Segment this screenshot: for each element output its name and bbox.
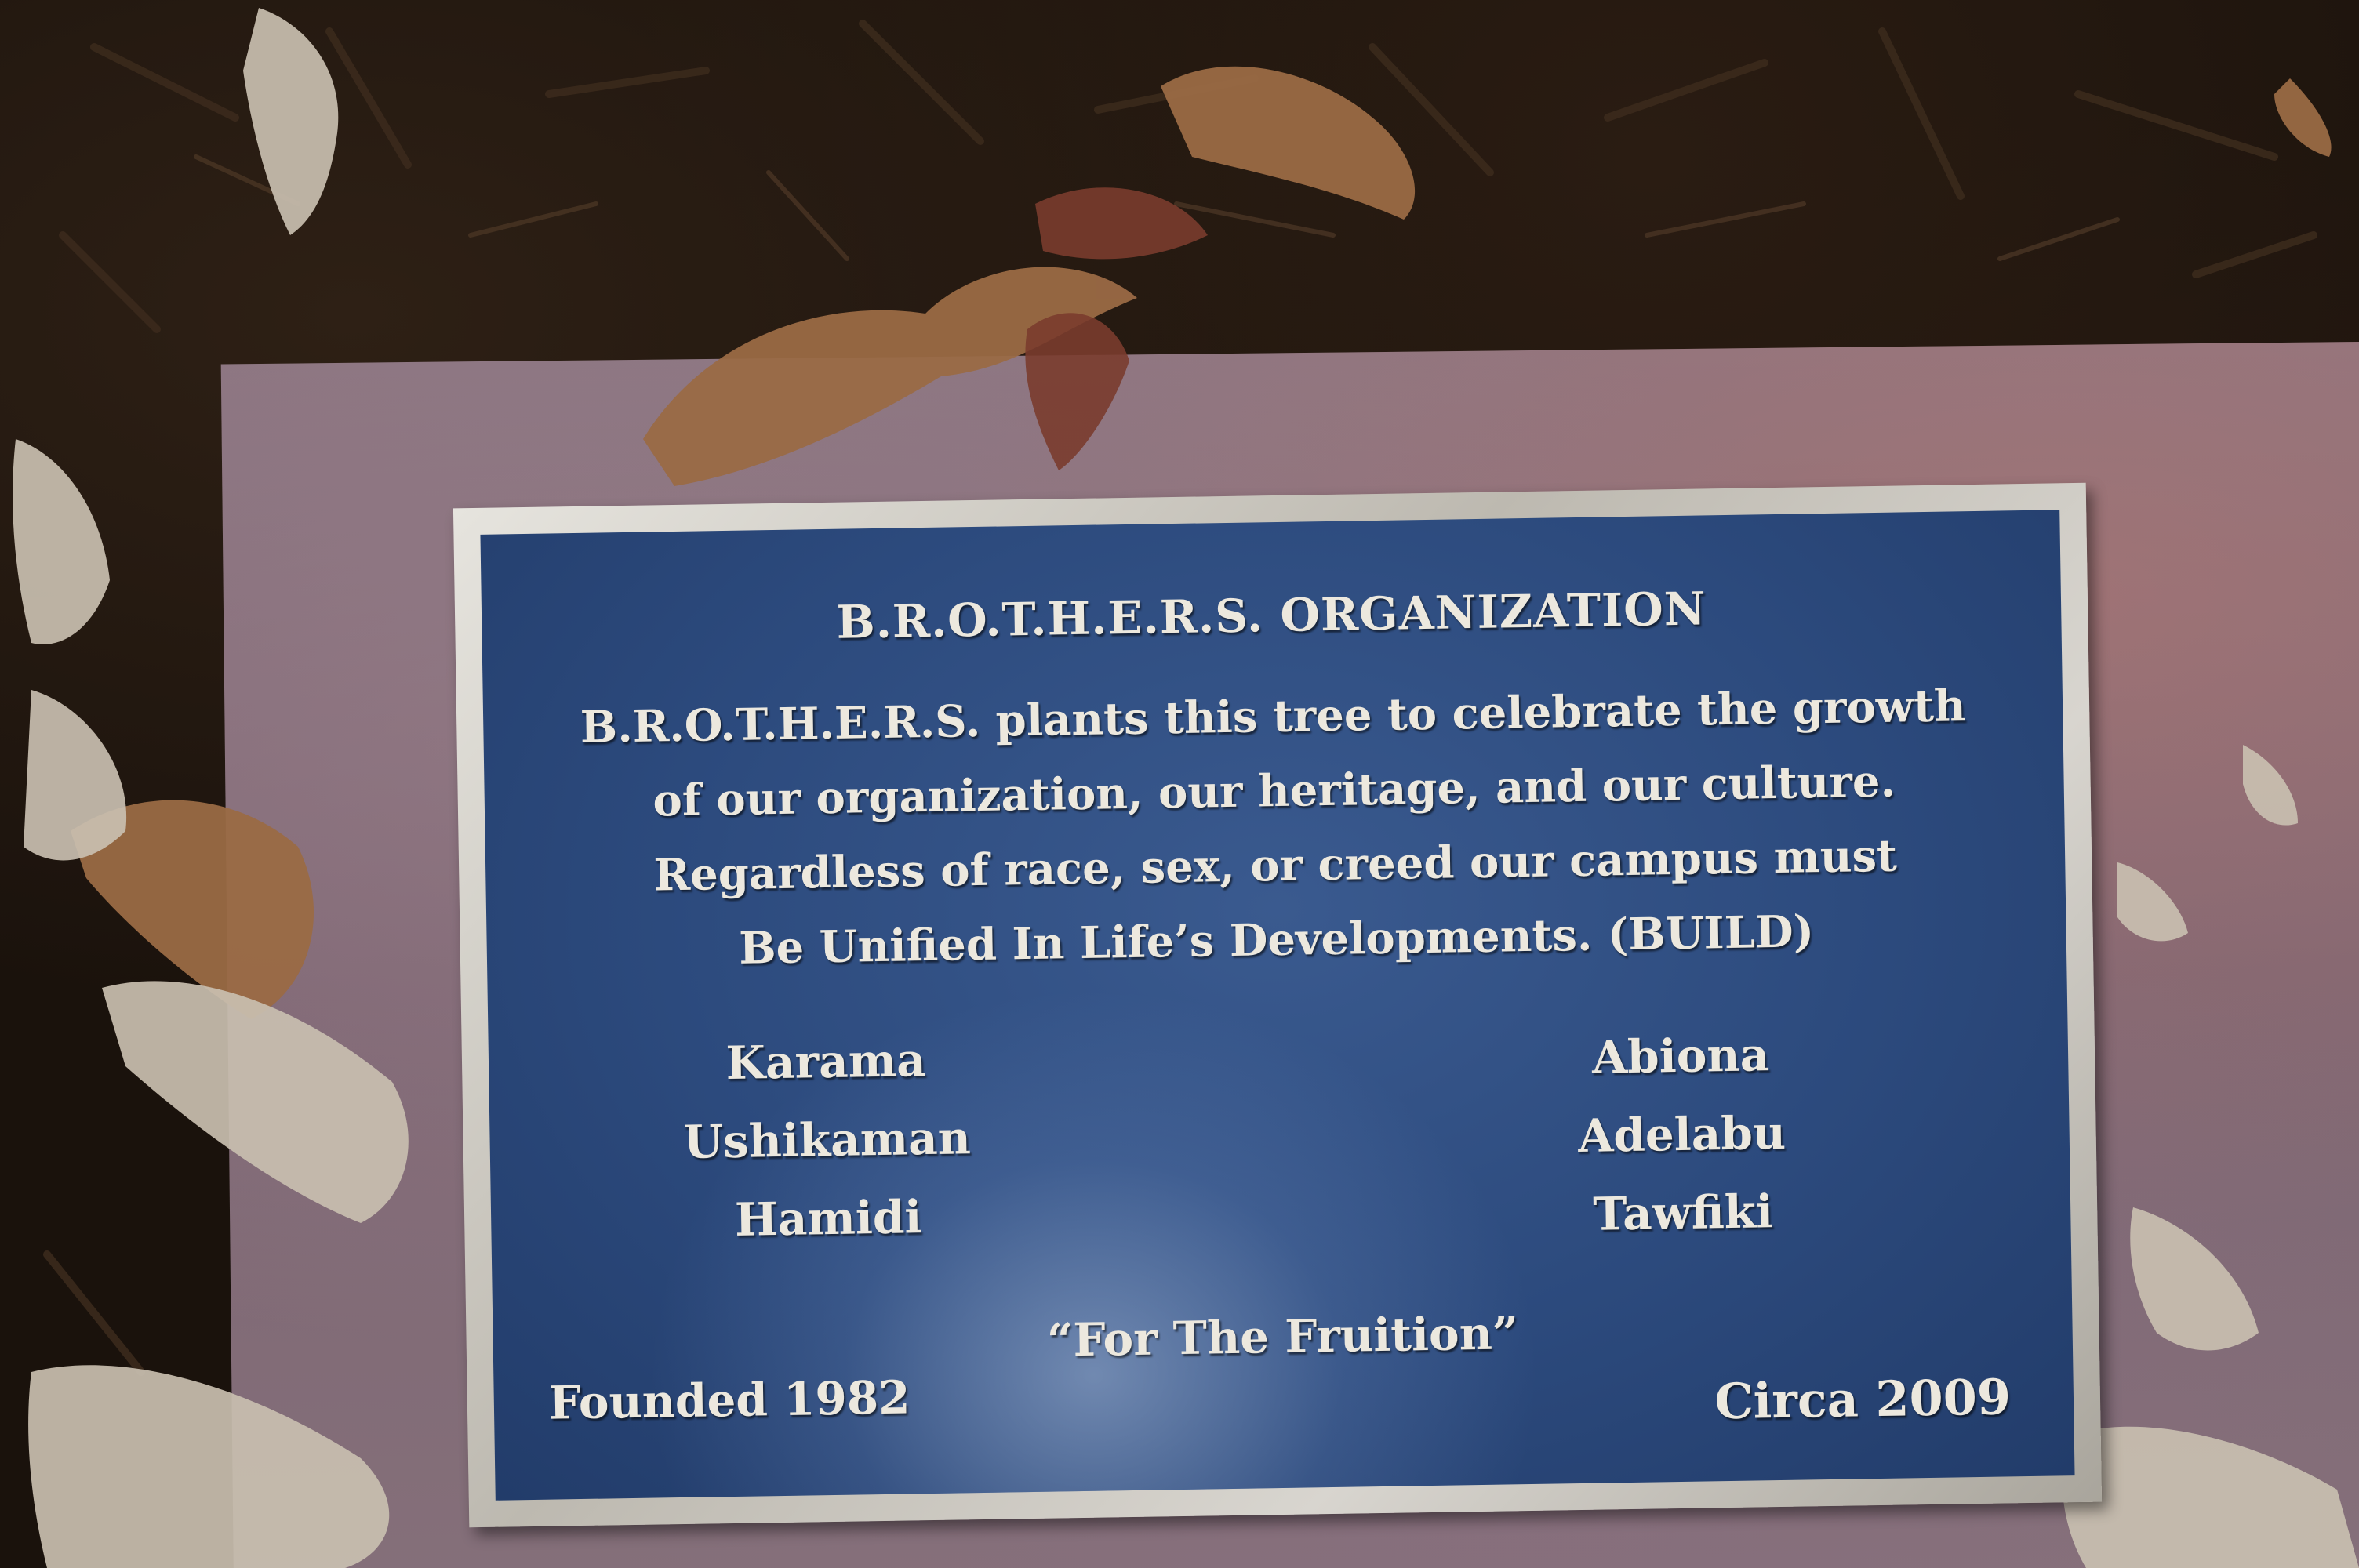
plaque-circa: Circa 2009: [1714, 1368, 2012, 1431]
plaque-body-line-2: of our organization, our heritage, and o…: [652, 755, 1896, 827]
plaque-name-right-2: Adelabu: [1577, 1105, 1787, 1163]
plaque-title: B.R.O.T.H.E.R.S. ORGANIZATION: [836, 582, 1707, 649]
plaque-body-line-1: B.R.O.T.H.E.R.S. plants this tree to cel…: [580, 680, 1967, 753]
plaque-body-line-4: Be Unified In Life’s Developments. (BUIL…: [738, 906, 1815, 975]
plaque-motto: “For The Fruition”: [1046, 1306, 1519, 1367]
photo-scene: B.R.O.T.H.E.R.S. ORGANIZATION B.R.O.T.H.…: [0, 0, 2359, 1568]
plaque-name-left-3: Hamidi: [734, 1190, 922, 1247]
plaque-name-left-1: Karama: [725, 1033, 927, 1091]
plaque-name-right-1: Abiona: [1591, 1028, 1770, 1084]
plaque-name-right-3: Tawfiki: [1592, 1185, 1774, 1241]
plaque-name-left-2: Ushikaman: [682, 1111, 972, 1169]
memorial-plaque: B.R.O.T.H.E.R.S. ORGANIZATION B.R.O.T.H.…: [453, 482, 2103, 1528]
plaque-body-line-3: Regardless of race, sex, or creed our ca…: [653, 829, 1898, 902]
plaque-founded: Founded 1982: [548, 1370, 911, 1430]
plaque-face: B.R.O.T.H.E.R.S. ORGANIZATION B.R.O.T.H.…: [480, 510, 2075, 1501]
